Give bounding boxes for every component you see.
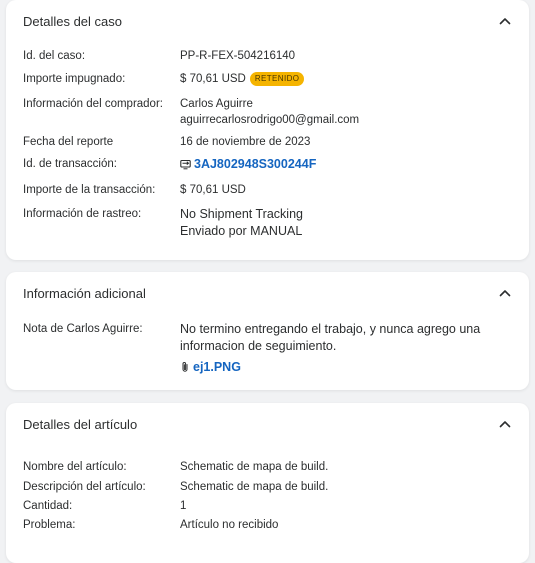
chevron-up-icon[interactable] bbox=[498, 286, 512, 300]
item-description-value: Schematic de mapa de build. bbox=[180, 481, 329, 493]
buyer-email: aguirrecarlosrodrigo00@gmail.com bbox=[180, 114, 360, 126]
case-id-value: PP-R-FEX-504216140 bbox=[180, 50, 296, 62]
buyer-name: Carlos Aguirre bbox=[180, 98, 253, 110]
additional-info-title: Información adicional bbox=[23, 285, 146, 301]
item-name-value: Schematic de mapa de build. bbox=[180, 461, 329, 473]
status-badge: RETENIDO bbox=[249, 72, 305, 86]
additional-info-card: Información adicional Nota de Carlos Agu… bbox=[6, 272, 529, 390]
paperclip-icon bbox=[182, 362, 188, 372]
case-details-header[interactable]: Detalles del caso bbox=[6, 0, 529, 42]
quantity-label: Cantidad: bbox=[23, 500, 73, 512]
transaction-icon bbox=[180, 159, 191, 170]
item-details-title: Detalles del artículo bbox=[23, 416, 138, 432]
tracking-info-label: Información de rastreo: bbox=[23, 208, 142, 220]
chevron-up-icon[interactable] bbox=[498, 14, 512, 28]
buyer-info-label: Información del comprador: bbox=[23, 98, 163, 110]
disputed-amount-value: $ 70,61 USD bbox=[180, 73, 246, 85]
transaction-id-label: Id. de transacción: bbox=[23, 158, 117, 170]
item-details-card: Detalles del artículo Nombre del artícul… bbox=[6, 403, 529, 563]
transaction-amount-value: $ 70,61 USD bbox=[180, 184, 246, 196]
additional-info-header[interactable]: Información adicional bbox=[6, 272, 529, 314]
quantity-value: 1 bbox=[180, 500, 187, 512]
report-date-value: 16 de noviembre de 2023 bbox=[180, 136, 311, 148]
disputed-amount-label: Importe impugnado: bbox=[23, 73, 126, 85]
buyer-note-line-2: informacion de seguimiento. bbox=[180, 339, 337, 353]
case-details-title: Detalles del caso bbox=[23, 13, 122, 29]
item-details-header[interactable]: Detalles del artículo bbox=[6, 403, 529, 445]
problem-value: Artículo no recibido bbox=[180, 519, 279, 531]
case-id-label: Id. del caso: bbox=[23, 50, 86, 62]
transaction-amount-label: Importe de la transacción: bbox=[23, 184, 156, 196]
shipping-method: Enviado por MANUAL bbox=[180, 224, 303, 238]
chevron-up-icon[interactable] bbox=[498, 417, 512, 431]
tracking-status: No Shipment Tracking bbox=[180, 207, 303, 221]
buyer-note-line-1: No termino entregando el trabajo, y nunc… bbox=[180, 322, 481, 336]
item-description-label: Descripción del artículo: bbox=[23, 481, 146, 493]
case-details-card: Detalles del caso Id. del caso: PP-R-FEX… bbox=[6, 0, 529, 260]
report-date-label: Fecha del reporte bbox=[23, 136, 114, 148]
transaction-id-link[interactable]: 3AJ802948S300244F bbox=[194, 157, 316, 171]
buyer-note-label: Nota de Carlos Aguirre: bbox=[23, 323, 143, 335]
item-name-label: Nombre del artículo: bbox=[23, 461, 127, 473]
attachment-link[interactable]: ej1.PNG bbox=[193, 360, 241, 374]
problem-label: Problema: bbox=[23, 519, 76, 531]
